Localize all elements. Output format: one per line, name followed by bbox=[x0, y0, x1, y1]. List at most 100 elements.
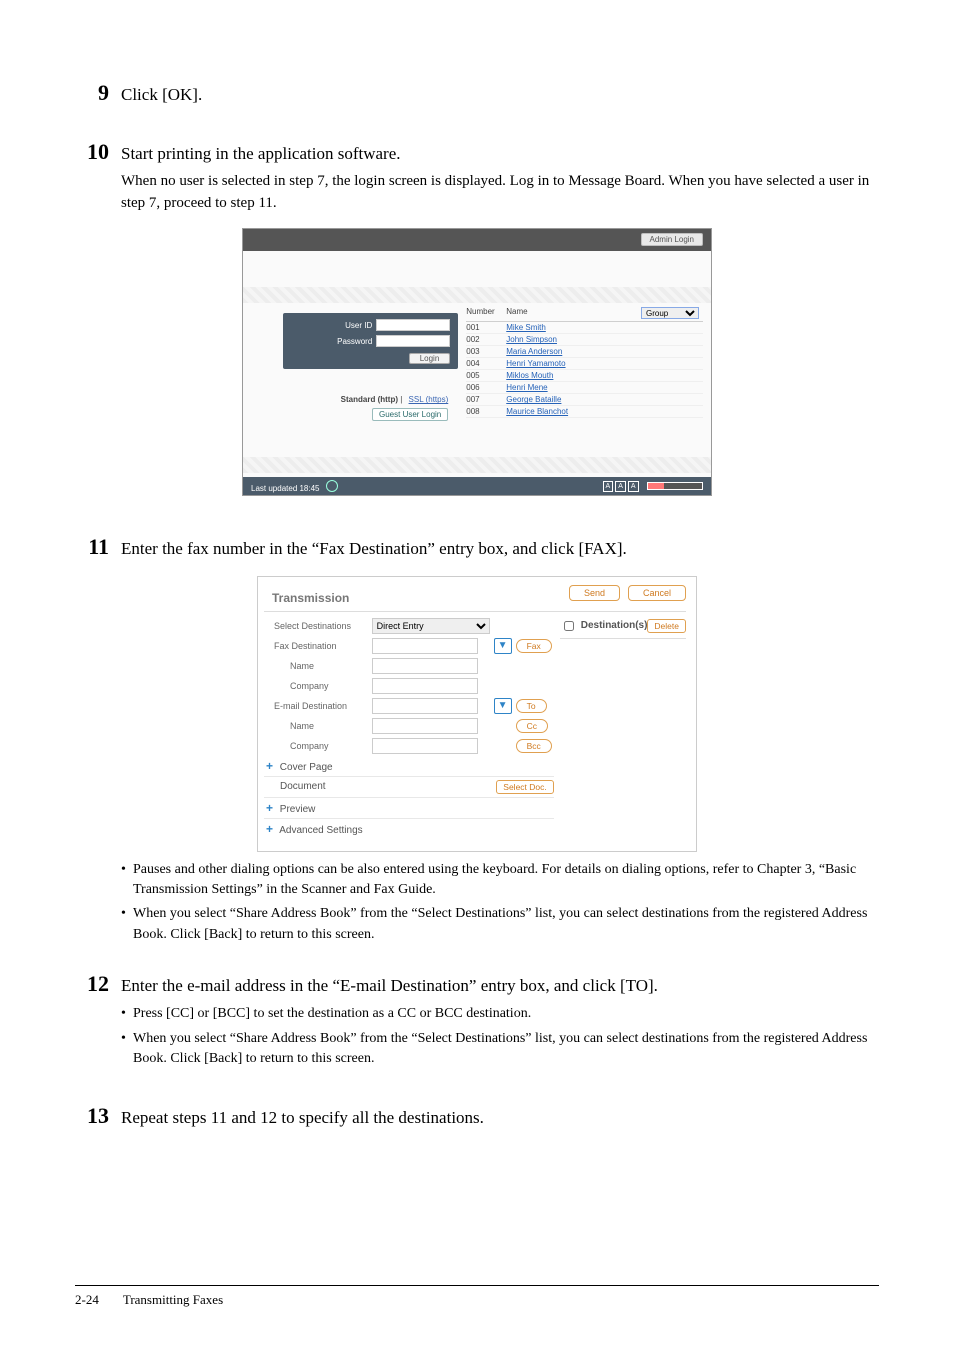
delete-button[interactable]: Delete bbox=[647, 619, 686, 633]
mode-ssl-link[interactable]: SSL (https) bbox=[409, 395, 449, 404]
user-number: 004 bbox=[466, 359, 506, 368]
label-cover-page: Cover Page bbox=[280, 762, 333, 773]
bullet-item: When you select “Share Address Book” fro… bbox=[121, 904, 879, 945]
cc-button[interactable]: Cc bbox=[516, 719, 548, 733]
status-progress-bar bbox=[647, 482, 703, 490]
last-updated-text: Last updated 18:45 bbox=[251, 484, 320, 493]
destinations-checkbox[interactable] bbox=[564, 621, 574, 631]
step-body: Repeat steps 11 and 12 to specify all th… bbox=[121, 1106, 879, 1130]
footer-page-number: 2-24 bbox=[75, 1292, 99, 1308]
email-company-input[interactable] bbox=[372, 738, 478, 754]
status-bar: Last updated 18:45 A A A bbox=[243, 477, 711, 495]
fax-destination-input[interactable] bbox=[372, 638, 478, 654]
user-list: Number Name Group 001 Mike Smith 002 Joh… bbox=[458, 303, 711, 457]
connection-mode: Standard (http) | SSL (https) bbox=[341, 395, 449, 404]
step-title: Enter the e-mail address in the “E-mail … bbox=[121, 976, 658, 995]
cancel-button[interactable]: Cancel bbox=[628, 585, 686, 601]
step-title: Repeat steps 11 and 12 to specify all th… bbox=[121, 1108, 484, 1127]
label-email-destination: E-mail Destination bbox=[264, 696, 370, 716]
footer-page-title: Transmitting Faxes bbox=[123, 1292, 223, 1308]
expand-fax-button[interactable]: ▼ bbox=[494, 638, 512, 654]
label-password: Password bbox=[337, 337, 372, 346]
login-button[interactable]: Login bbox=[409, 353, 451, 364]
user-name-link[interactable]: Maria Anderson bbox=[506, 347, 703, 356]
label-preview: Preview bbox=[280, 804, 316, 815]
step-12-bullets: Press [CC] or [BCC] to set the destinati… bbox=[121, 1004, 879, 1069]
email-name-input[interactable] bbox=[372, 718, 478, 734]
user-number: 001 bbox=[466, 323, 506, 332]
label-fax-company: Company bbox=[264, 676, 370, 696]
step-number: 13 bbox=[75, 1103, 121, 1129]
page-footer: 2-24 Transmitting Faxes bbox=[75, 1285, 879, 1308]
topbar: Admin Login bbox=[243, 229, 711, 251]
guest-login-button[interactable]: Guest User Login bbox=[372, 408, 448, 421]
user-number: 007 bbox=[466, 395, 506, 404]
select-destinations-dropdown[interactable]: Direct Entry bbox=[372, 618, 490, 634]
user-name-link[interactable]: Henri Mene bbox=[506, 383, 703, 392]
user-row: 008 Maurice Blanchot bbox=[466, 406, 703, 418]
fax-button[interactable]: Fax bbox=[516, 639, 552, 653]
step-9: 9 Click [OK]. bbox=[75, 80, 879, 107]
mode-standard: Standard (http) bbox=[341, 395, 398, 404]
login-panel: User ID Password Login Remember the User… bbox=[243, 303, 458, 457]
label-email-name: Name bbox=[264, 716, 370, 736]
font-size-large[interactable]: A bbox=[628, 481, 639, 492]
label-email-company: Company bbox=[264, 736, 370, 756]
header-number: Number bbox=[466, 307, 506, 319]
step-body: Start printing in the application softwa… bbox=[121, 142, 879, 214]
user-row: 001 Mike Smith bbox=[466, 322, 703, 334]
plus-icon: + bbox=[266, 822, 273, 836]
bullet-item: Press [CC] or [BCC] to set the destinati… bbox=[121, 1004, 879, 1024]
send-button[interactable]: Send bbox=[569, 585, 620, 601]
user-name-link[interactable]: George Bataille bbox=[506, 395, 703, 404]
user-name-link[interactable]: Maurice Blanchot bbox=[506, 407, 703, 416]
to-button[interactable]: To bbox=[516, 699, 547, 713]
password-input[interactable] bbox=[376, 335, 450, 347]
step-12: 12 Enter the e-mail address in the “E-ma… bbox=[75, 971, 879, 1073]
label-advanced-settings: Advanced Settings bbox=[279, 825, 362, 836]
font-size-medium[interactable]: A bbox=[615, 481, 626, 492]
user-number: 002 bbox=[466, 335, 506, 344]
user-name-link[interactable]: Henri Yamamoto bbox=[506, 359, 703, 368]
section-document: Document Select Doc. bbox=[264, 777, 554, 798]
step-title: Click [OK]. bbox=[121, 85, 202, 104]
user-list-header: Number Name Group bbox=[466, 305, 703, 322]
email-destination-input[interactable] bbox=[372, 698, 478, 714]
user-id-input[interactable] bbox=[376, 319, 450, 331]
section-cover-page[interactable]: + Cover Page bbox=[264, 756, 554, 777]
group-select[interactable]: Group bbox=[641, 307, 699, 319]
user-number: 005 bbox=[466, 371, 506, 380]
step-subtext: When no user is selected in step 7, the … bbox=[121, 171, 879, 215]
screenshot-login: Admin Login User ID Password Login bbox=[242, 228, 712, 496]
admin-login-button[interactable]: Admin Login bbox=[641, 233, 703, 246]
select-document-button[interactable]: Select Doc. bbox=[496, 780, 553, 794]
font-size-small[interactable]: A bbox=[603, 481, 614, 492]
bcc-button[interactable]: Bcc bbox=[516, 739, 552, 753]
user-row: 005 Miklos Mouth bbox=[466, 370, 703, 382]
step-title: Enter the fax number in the “Fax Destina… bbox=[121, 539, 627, 558]
step-number: 12 bbox=[75, 971, 121, 997]
step-body: Enter the fax number in the “Fax Destina… bbox=[121, 537, 879, 561]
login-form: User ID Password Login bbox=[283, 313, 458, 369]
header-name: Name bbox=[506, 307, 641, 319]
user-number: 006 bbox=[466, 383, 506, 392]
user-row: 006 Henri Mene bbox=[466, 382, 703, 394]
user-row: 003 Maria Anderson bbox=[466, 346, 703, 358]
fax-name-input[interactable] bbox=[372, 658, 478, 674]
label-document: Document bbox=[280, 781, 326, 792]
section-advanced[interactable]: + Advanced Settings bbox=[264, 819, 554, 839]
refresh-icon[interactable] bbox=[326, 480, 338, 492]
screenshot-transmission: Send Cancel Transmission Select Destinat… bbox=[257, 576, 697, 852]
user-row: 007 George Bataille bbox=[466, 394, 703, 406]
step-number: 10 bbox=[75, 139, 121, 165]
step-10: 10 Start printing in the application sof… bbox=[75, 139, 879, 214]
user-name-link[interactable]: Mike Smith bbox=[506, 323, 703, 332]
step-body: Enter the e-mail address in the “E-mail … bbox=[121, 974, 879, 1073]
section-preview[interactable]: + Preview bbox=[264, 798, 554, 819]
fax-company-input[interactable] bbox=[372, 678, 478, 694]
user-name-link[interactable]: John Simpson bbox=[506, 335, 703, 344]
expand-email-button[interactable]: ▼ bbox=[494, 698, 512, 714]
user-name-link[interactable]: Miklos Mouth bbox=[506, 371, 703, 380]
step-number: 11 bbox=[75, 534, 121, 560]
plus-icon: + bbox=[266, 801, 273, 815]
